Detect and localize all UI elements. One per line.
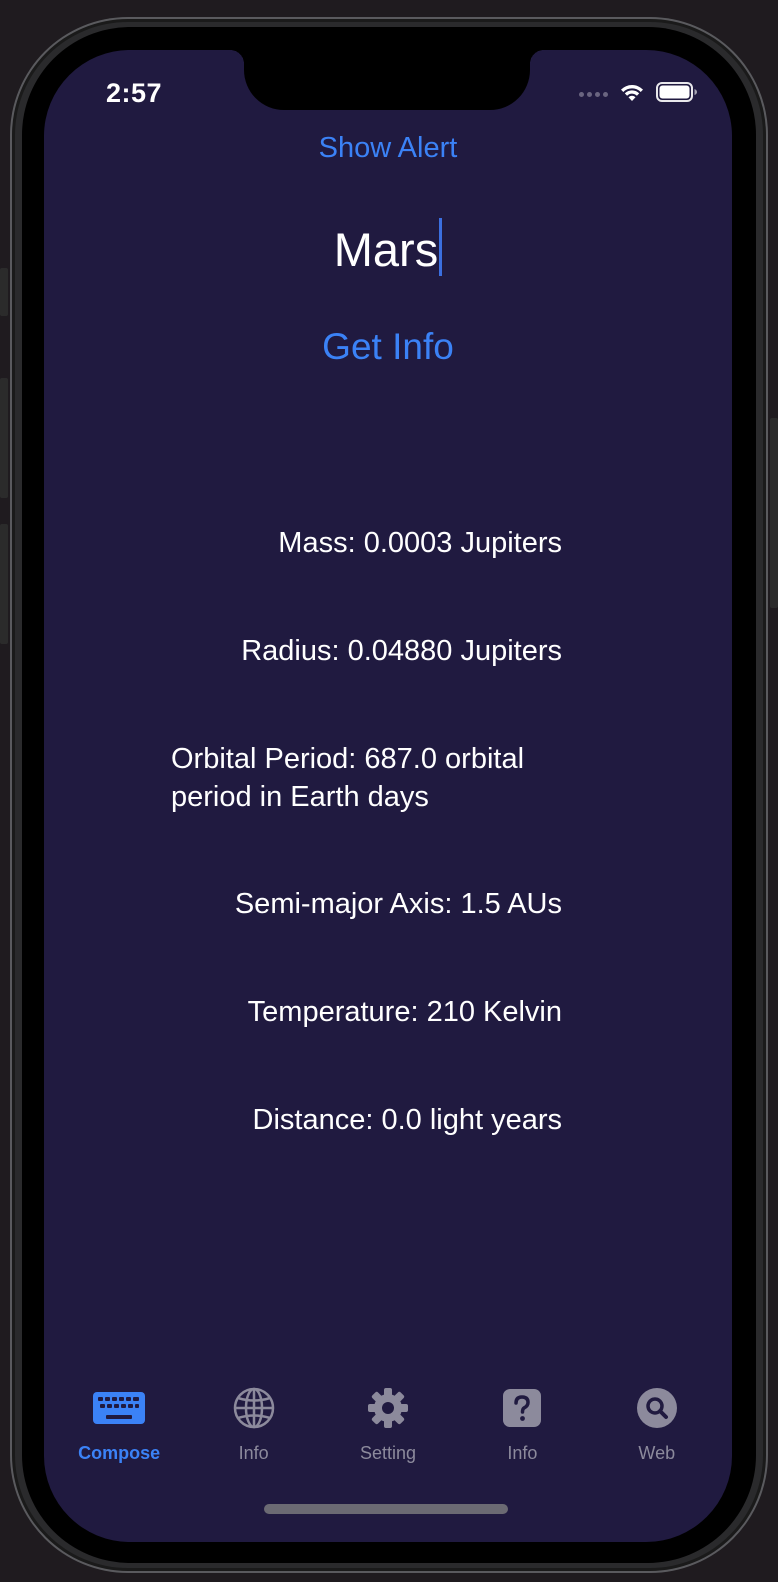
keyboard-icon (92, 1385, 146, 1431)
tab-setting[interactable]: Setting (328, 1385, 448, 1475)
text-cursor (439, 218, 443, 276)
device-side-button (0, 268, 8, 316)
orbital-period-label: Orbital Period: 687.0 orbital period in … (171, 743, 525, 813)
distance-label: Distance: 0.0 light years (252, 1104, 562, 1136)
status-time: 2:57 (106, 78, 163, 108)
gear-icon (366, 1385, 410, 1431)
planet-name-input[interactable]: Mars (44, 218, 732, 277)
tab-compose[interactable]: Compose (59, 1385, 179, 1475)
get-info-button[interactable]: Get Info (44, 326, 732, 368)
tab-label: Info (238, 1443, 269, 1463)
tab-web[interactable]: Web (597, 1385, 717, 1475)
radius-label: Radius: 0.04880 Jupiters (241, 635, 562, 667)
cellular-signal-icon (579, 91, 608, 97)
mass-label: Mass: 0.0003 Jupiters (278, 527, 562, 559)
device-volume-up-button (0, 378, 8, 498)
device-power-button (770, 418, 778, 608)
tab-label: Web (638, 1443, 676, 1463)
tab-label: Compose (78, 1443, 161, 1463)
semi-major-axis-label: Semi-major Axis: 1.5 AUs (234, 888, 562, 920)
planet-name-value: Mars (333, 223, 439, 276)
tab-info-help[interactable]: Info (462, 1385, 582, 1475)
show-alert-button[interactable]: Show Alert (44, 132, 732, 165)
question-icon (502, 1385, 542, 1431)
tab-info[interactable]: Info (194, 1385, 314, 1475)
home-indicator[interactable] (264, 1504, 508, 1514)
search-icon (636, 1385, 678, 1431)
battery-icon (656, 81, 698, 108)
tab-bar: Compose Info Setting Info Web (44, 1385, 732, 1475)
temperature-label: Temperature: 210 Kelvin (247, 996, 562, 1028)
tab-label: Info (507, 1443, 538, 1463)
globe-icon (232, 1385, 276, 1431)
status-indicators (579, 81, 698, 108)
app-screen: 2:57 Show Alert Mars Get Info Mass: 0.00… (44, 50, 732, 1542)
tab-label: Setting (359, 1443, 416, 1463)
wifi-icon (618, 81, 646, 108)
notch (230, 50, 544, 110)
device-volume-down-button (0, 524, 8, 644)
